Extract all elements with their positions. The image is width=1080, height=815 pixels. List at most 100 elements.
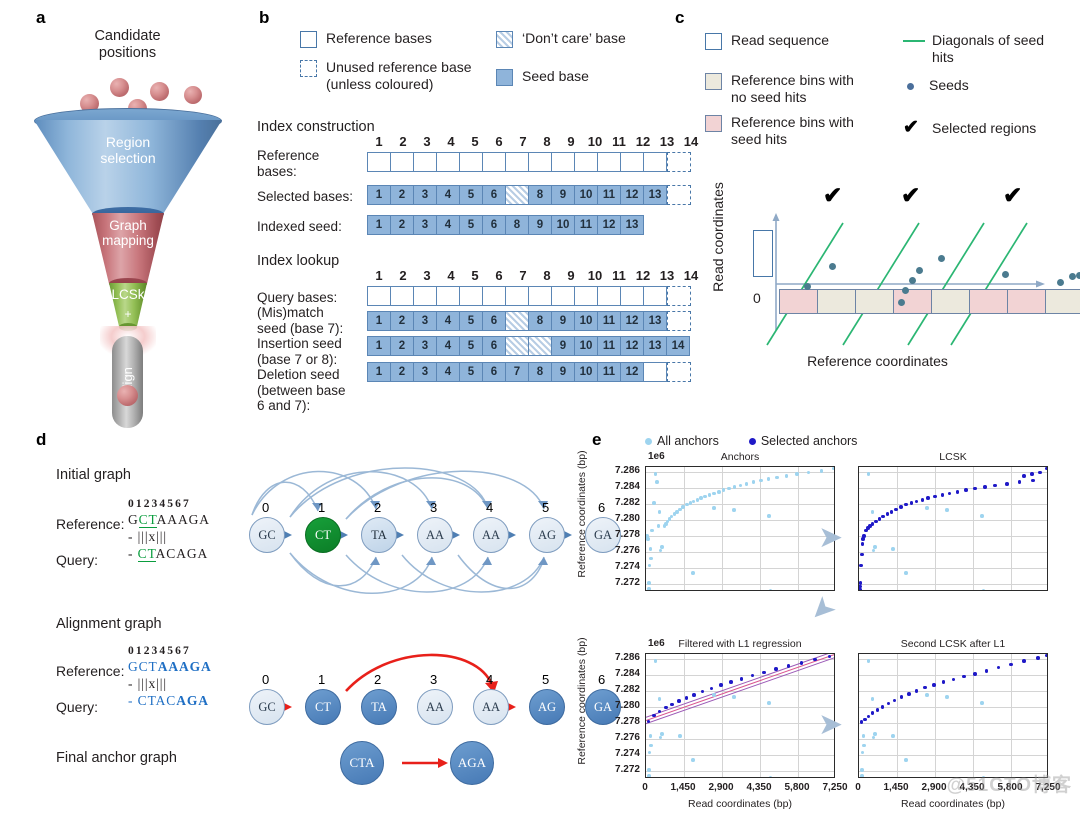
- data-point: [762, 670, 766, 675]
- data-point: [862, 534, 867, 538]
- data-point: [677, 699, 681, 704]
- data-point: [729, 680, 733, 684]
- base-cell-seed: 4: [436, 215, 460, 235]
- gridline-horizontal: [859, 674, 1047, 676]
- read-sequence-square-icon: [705, 33, 722, 50]
- gridline-horizontal: [859, 503, 1047, 505]
- plot-area: [858, 653, 1048, 778]
- data-point: [962, 674, 966, 679]
- y-axis-tick-label: 7.282: [614, 496, 640, 508]
- data-point: [906, 692, 911, 696]
- base-cell-seed: 11: [597, 336, 621, 356]
- column-number: 2: [399, 134, 407, 149]
- base-cell-blank: [597, 152, 621, 172]
- base-cell-blank: [620, 286, 644, 306]
- plot-title: Second LCSK after L1: [900, 638, 1006, 650]
- base-cell-seed: 11: [597, 311, 621, 331]
- y-axis-tick-label: 7.280: [614, 512, 640, 524]
- data-point: [861, 733, 866, 738]
- graph-edge: [457, 554, 545, 590]
- gridline-horizontal: [646, 535, 834, 537]
- data-point: [899, 695, 904, 700]
- graph-node-number: 0: [262, 672, 270, 687]
- alignment-graph-title: Alignment graph: [56, 616, 162, 632]
- legend-label: All anchors: [657, 434, 719, 448]
- seed-dot: [938, 255, 945, 262]
- graph-node-ct[interactable]: CT: [305, 517, 341, 553]
- funnel-region-selection-section: [34, 120, 222, 213]
- seed-dot: [1057, 279, 1064, 286]
- graph-node-ag[interactable]: AG: [529, 689, 565, 725]
- gridline-horizontal: [646, 487, 834, 489]
- data-point: [964, 488, 968, 493]
- plot-area: [645, 653, 835, 778]
- dont-care-base-hatched-icon: [496, 31, 513, 48]
- data-point: [860, 750, 865, 755]
- x-axis-label: Read coordinates (bp): [901, 798, 1005, 810]
- reference-base-square-icon: [300, 31, 317, 48]
- reference-bin-nohit: [855, 289, 894, 314]
- data-point: [980, 701, 984, 705]
- data-point: [657, 697, 662, 701]
- panel-e: e All anchors Selected anchors Reference…: [576, 420, 1080, 815]
- panel-e-letter: e: [592, 430, 602, 449]
- base-cell-seed: 11: [597, 185, 621, 205]
- y-axis-tick-label: 7.284: [614, 480, 640, 492]
- legend-label: Diagonals of seed: [932, 32, 1045, 48]
- data-point: [767, 514, 771, 518]
- legend-row: Reference bases ‘Don’t care’ base: [300, 30, 675, 48]
- base-cell-blank: [459, 286, 483, 306]
- legend-item-reference-bases: Reference bases: [300, 30, 496, 48]
- seed-dot: [829, 263, 836, 270]
- reference-bin-hit: [779, 289, 818, 314]
- legend-label: Read sequence: [731, 32, 830, 48]
- graph-node-ta[interactable]: TA: [361, 689, 397, 725]
- legend-item-selected-anchors: Selected anchors: [748, 434, 857, 448]
- index-construction-title: Index construction: [257, 119, 375, 135]
- base-cell-seed: 13: [620, 215, 644, 235]
- anchor-node-aga[interactable]: AGA: [450, 741, 494, 785]
- base-cell-seed: 6: [482, 311, 506, 331]
- watermark: @51CTO博客: [946, 775, 1072, 796]
- data-point: [925, 506, 929, 510]
- y-axis-tick-label: 7.284: [614, 667, 640, 679]
- data-point: [1022, 659, 1026, 663]
- graph-node-ta[interactable]: TA: [361, 517, 397, 553]
- seed-dot: [804, 283, 811, 290]
- plot-title: Anchors: [720, 451, 760, 463]
- mismatch-seed-row-label: (Mis)match seed (base 7):: [257, 305, 344, 336]
- x-axis-tick-label: 1,450: [670, 782, 696, 793]
- index-lookup-title: Index lookup: [257, 253, 340, 269]
- data-point: [881, 514, 885, 519]
- base-cell-seed: 4: [436, 362, 460, 382]
- base-cell-seed: 9: [551, 362, 575, 382]
- panel-c-letter: c: [675, 8, 685, 27]
- initial-query-sequence: - CTACAGA: [128, 546, 209, 562]
- graph-node-aa[interactable]: AA: [473, 689, 509, 725]
- graph-node-aa[interactable]: AA: [417, 517, 453, 553]
- data-point: [721, 488, 726, 493]
- data-point: [1030, 472, 1034, 476]
- initial-query-label: Query:: [56, 552, 99, 568]
- data-point: [880, 705, 885, 709]
- column-number: 5: [471, 134, 479, 149]
- graph-node-gc[interactable]: GC: [249, 517, 285, 553]
- base-cell-blank: [390, 152, 414, 172]
- base-cell-blank: [528, 286, 552, 306]
- graph-node-ct[interactable]: CT: [305, 689, 341, 725]
- data-point: [681, 505, 685, 509]
- graph-node-aa[interactable]: AA: [417, 689, 453, 725]
- anchor-node-cta[interactable]: CTA: [340, 741, 384, 785]
- panel-b-legend: Reference bases ‘Don’t care’ base Unused…: [300, 30, 675, 103]
- data-point: [866, 659, 871, 663]
- base-cell-blank: [643, 152, 667, 172]
- graph-node-aa[interactable]: AA: [473, 517, 509, 553]
- graph-node-gc[interactable]: GC: [249, 689, 285, 725]
- x-axis-tick-label: 0: [855, 782, 861, 793]
- base-cell-seed: 10: [574, 185, 598, 205]
- selected-region-checkmark: ✔: [901, 182, 921, 208]
- base-cell-seed: 1: [367, 336, 391, 356]
- y-axis-tick-label: 7.280: [614, 699, 640, 711]
- graph-node-ag[interactable]: AG: [529, 517, 565, 553]
- base-cell-seed: 1: [367, 185, 391, 205]
